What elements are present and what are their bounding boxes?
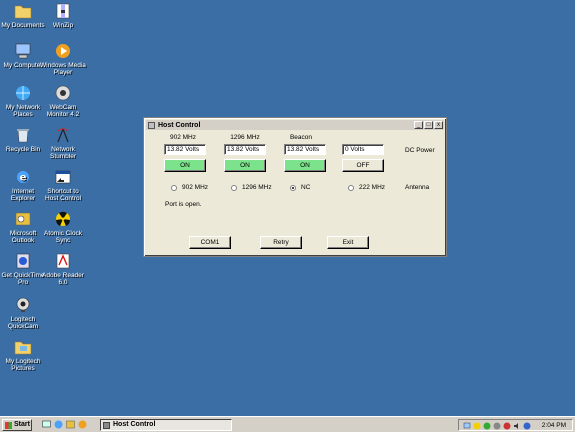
- radio-dot: [171, 184, 177, 191]
- tray-security-icon[interactable]: [483, 422, 491, 430]
- desktop-icon-logitech-quickcam[interactable]: Logitech QuickCam: [0, 296, 46, 331]
- voltage-field-beacon: 13.82 Volts: [284, 144, 326, 155]
- antenna-radio-222[interactable]: 222 MHz: [348, 184, 385, 191]
- clock: 2:04 PM: [541, 422, 566, 429]
- shortcut-icon: [55, 170, 71, 184]
- antenna-radio-902[interactable]: 902 MHz: [171, 184, 208, 191]
- desktop-icon-webcam-monitor[interactable]: WebCam Monitor 4.2: [40, 84, 86, 119]
- tray-media-icon[interactable]: [503, 422, 511, 430]
- show-desktop-icon[interactable]: [42, 420, 51, 429]
- start-button[interactable]: Start: [2, 419, 32, 431]
- maximize-button[interactable]: □: [424, 121, 433, 129]
- recycle-bin-icon: [17, 129, 29, 143]
- antenna-label: Antenna: [405, 184, 430, 191]
- column-header-beacon: Beacon: [289, 134, 313, 141]
- retry-button[interactable]: Retry: [260, 236, 302, 249]
- winzip-icon: [56, 3, 70, 19]
- power-button-1296[interactable]: ON: [224, 159, 266, 172]
- system-tray: 2:04 PM: [458, 419, 573, 431]
- taskbar: Start Host Control 2:04 PM: [0, 416, 575, 432]
- network-stumbler-icon: [57, 128, 69, 143]
- com-port-button[interactable]: COM1: [189, 236, 231, 249]
- computer-icon: [15, 43, 31, 59]
- internet-explorer-icon: e: [17, 171, 29, 184]
- antenna-radio-1296[interactable]: 1296 MHz: [231, 184, 272, 191]
- minimize-button[interactable]: _: [414, 121, 423, 129]
- app-icon: [148, 121, 155, 129]
- app-icon: [103, 422, 110, 429]
- desktop-icon-windows-media-player[interactable]: Windows Media Player: [40, 42, 86, 77]
- radio-dot: [348, 184, 354, 191]
- voltage-field-902: 13.82 Volts: [164, 144, 206, 155]
- desktop-icon-network-stumbler[interactable]: Network Stumbler: [40, 126, 86, 161]
- desktop-icon-winzip[interactable]: WinZip: [40, 2, 86, 29]
- power-button-beacon[interactable]: ON: [284, 159, 326, 172]
- outlook-icon: [15, 212, 31, 226]
- quicktime-icon: [16, 253, 30, 269]
- radio-dot-selected: [290, 184, 296, 191]
- close-button[interactable]: x: [434, 121, 443, 129]
- windows-flag-icon: [5, 422, 12, 429]
- column-header-902: 902 MHz: [169, 134, 196, 141]
- media-player-icon: [56, 44, 70, 58]
- window-titlebar[interactable]: Host Control _ □ x: [146, 120, 444, 130]
- svg-text:e: e: [20, 173, 27, 184]
- exit-button[interactable]: Exit: [327, 236, 369, 249]
- dc-power-label: DC Power: [405, 147, 435, 154]
- desktop-icon-my-logitech-pictures[interactable]: My Logitech Pictures: [0, 338, 46, 373]
- network-places-icon: [16, 86, 30, 100]
- desktop-icon-atomic-clock-sync[interactable]: Atomic Clock Sync: [40, 210, 86, 245]
- tray-webcam-icon[interactable]: [493, 422, 501, 430]
- media-player-quicklaunch-icon[interactable]: [78, 420, 87, 429]
- tray-network-icon[interactable]: [463, 422, 471, 430]
- power-button-222[interactable]: OFF: [342, 159, 384, 172]
- tray-volume-icon[interactable]: [513, 422, 521, 430]
- radio-dot: [231, 184, 237, 191]
- outlook-quicklaunch-icon[interactable]: [66, 420, 75, 429]
- radiation-icon: [56, 211, 70, 226]
- column-header-1296: 1296 MHz: [230, 134, 260, 141]
- window-title: Host Control: [158, 121, 201, 129]
- tray-antivirus-icon[interactable]: [523, 422, 531, 430]
- webcam-monitor-icon: [55, 85, 71, 101]
- internet-explorer-quicklaunch-icon[interactable]: [54, 420, 63, 429]
- voltage-field-1296: 13.82 Volts: [224, 144, 266, 155]
- webcam-icon: [16, 297, 30, 312]
- taskbar-item-host-control[interactable]: Host Control: [100, 419, 232, 431]
- desktop-icon-adobe-reader[interactable]: Adobe Reader 6.0: [40, 252, 86, 287]
- status-text: Port is open.: [165, 201, 202, 208]
- voltage-field-222: 0 Volts: [342, 144, 384, 155]
- folder-icon: [14, 5, 32, 19]
- adobe-reader-icon: [56, 253, 70, 269]
- pictures-folder-icon: [14, 341, 32, 355]
- desktop-icon-shortcut-host-control[interactable]: Shortcut to Host Control: [40, 168, 86, 203]
- antenna-radio-nc[interactable]: NC: [290, 184, 310, 191]
- tray-clock-sync-icon[interactable]: [473, 422, 481, 430]
- power-button-902[interactable]: ON: [164, 159, 206, 172]
